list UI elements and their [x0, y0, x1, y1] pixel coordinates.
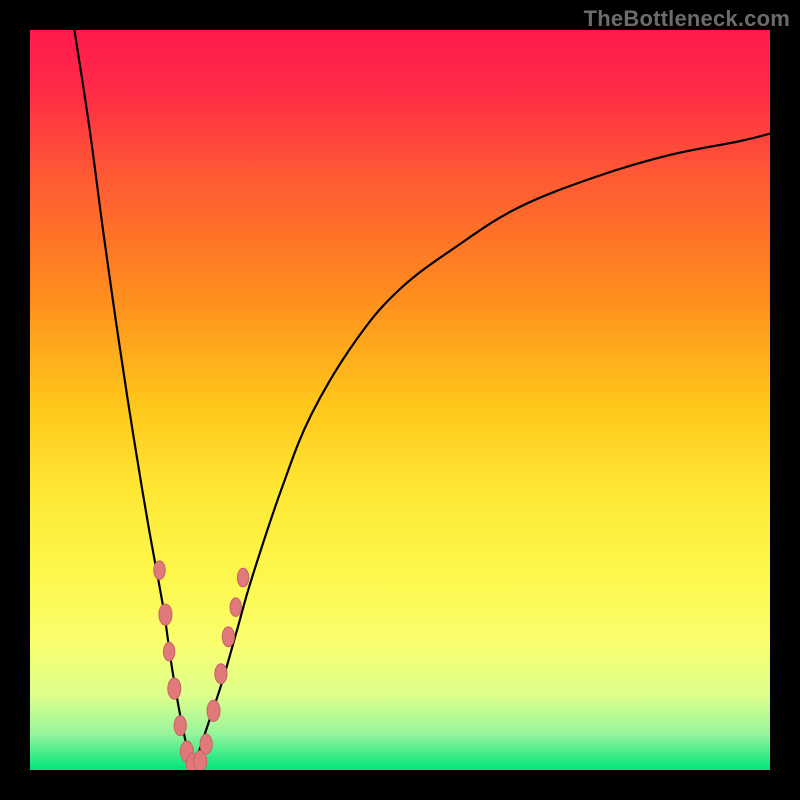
marker-point — [200, 734, 212, 754]
watermark-text: TheBottleneck.com — [584, 6, 790, 32]
marker-point — [174, 716, 186, 736]
marker-point — [237, 568, 248, 587]
marker-point — [230, 598, 241, 617]
marker-point — [154, 561, 165, 580]
marker-point — [163, 642, 174, 661]
bottleneck-chart — [30, 30, 770, 770]
marker-point — [159, 604, 172, 625]
marker-point — [207, 700, 220, 721]
marker-point — [168, 678, 181, 699]
marker-point — [222, 627, 234, 647]
chart-frame: TheBottleneck.com — [0, 0, 800, 800]
marker-point — [215, 664, 227, 684]
gradient-background — [30, 30, 770, 770]
